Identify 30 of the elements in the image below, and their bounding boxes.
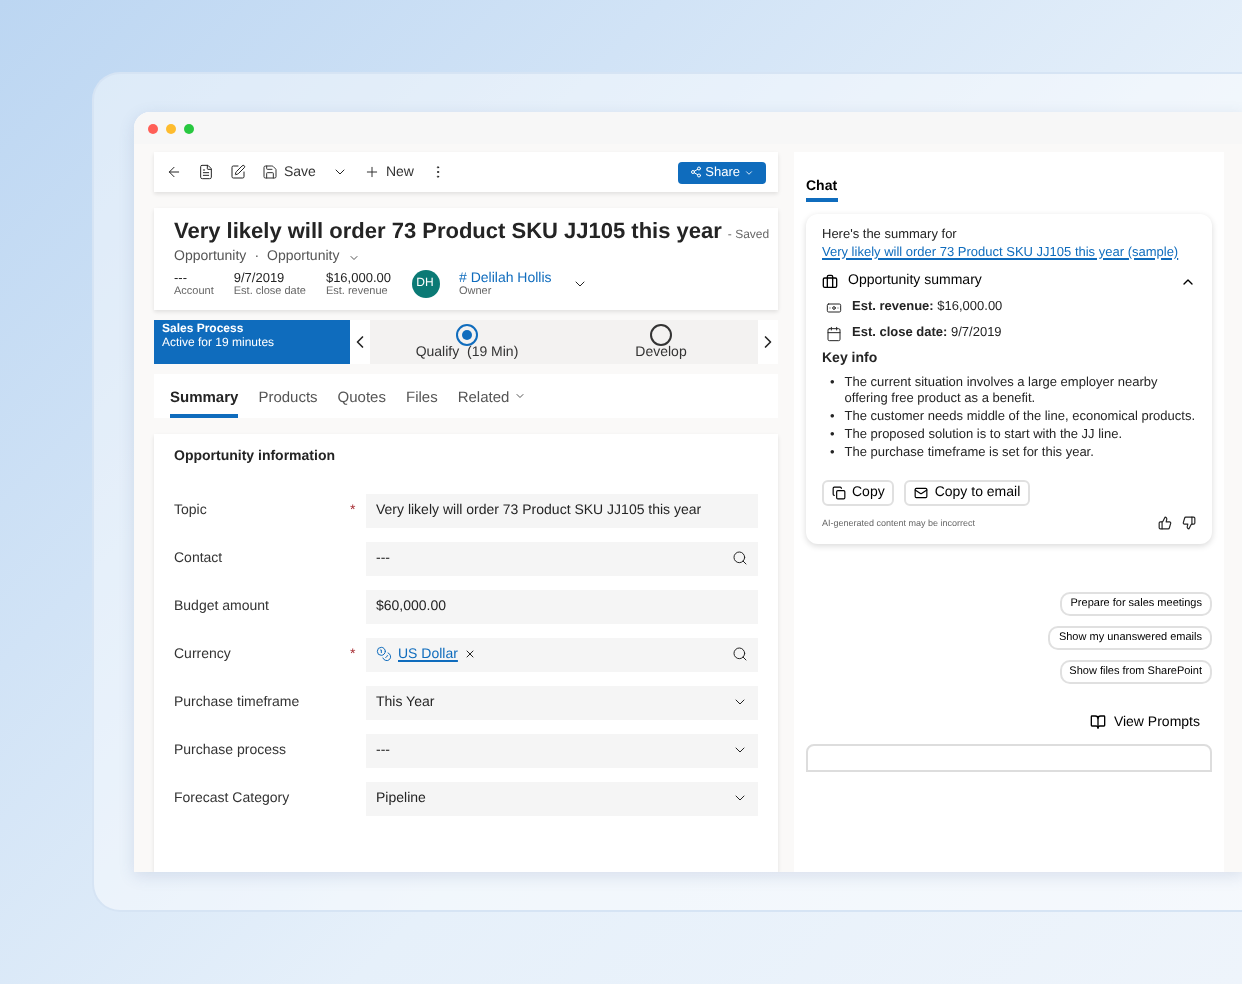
record-title: Very likely will order 73 Product SKU JJ105 this year — [174, 220, 722, 244]
back-icon[interactable] — [166, 164, 182, 180]
search-icon — [732, 550, 748, 566]
save-icon — [262, 164, 278, 180]
chevron-down-icon[interactable] — [571, 276, 588, 292]
plus-icon — [363, 164, 380, 180]
briefcase-icon — [822, 273, 838, 290]
close-dot[interactable] — [148, 123, 158, 133]
share-icon — [689, 166, 702, 178]
coins-icon — [376, 646, 392, 662]
minimize-dot[interactable] — [166, 123, 176, 133]
mail-icon — [914, 486, 929, 501]
edit-icon[interactable] — [230, 164, 246, 180]
chevron-down-icon[interactable] — [331, 164, 348, 180]
calendar-icon — [826, 325, 842, 342]
book-icon — [1089, 714, 1106, 731]
money-icon — [826, 299, 842, 316]
close-icon — [463, 648, 476, 660]
thumbs-down-icon[interactable] — [1182, 516, 1196, 531]
chevron-down-icon — [732, 694, 748, 710]
maximize-dot[interactable] — [184, 123, 194, 133]
chevron-down-icon — [732, 742, 748, 758]
chat-input[interactable] — [806, 744, 1212, 773]
document-icon[interactable] — [198, 164, 214, 180]
chevron-down-icon — [513, 390, 526, 402]
thumbs-up-icon[interactable] — [1158, 516, 1172, 531]
chevron-down-icon — [744, 167, 754, 177]
chevron-down-icon — [732, 790, 748, 806]
search-icon — [732, 646, 748, 662]
copy-icon — [832, 486, 846, 501]
